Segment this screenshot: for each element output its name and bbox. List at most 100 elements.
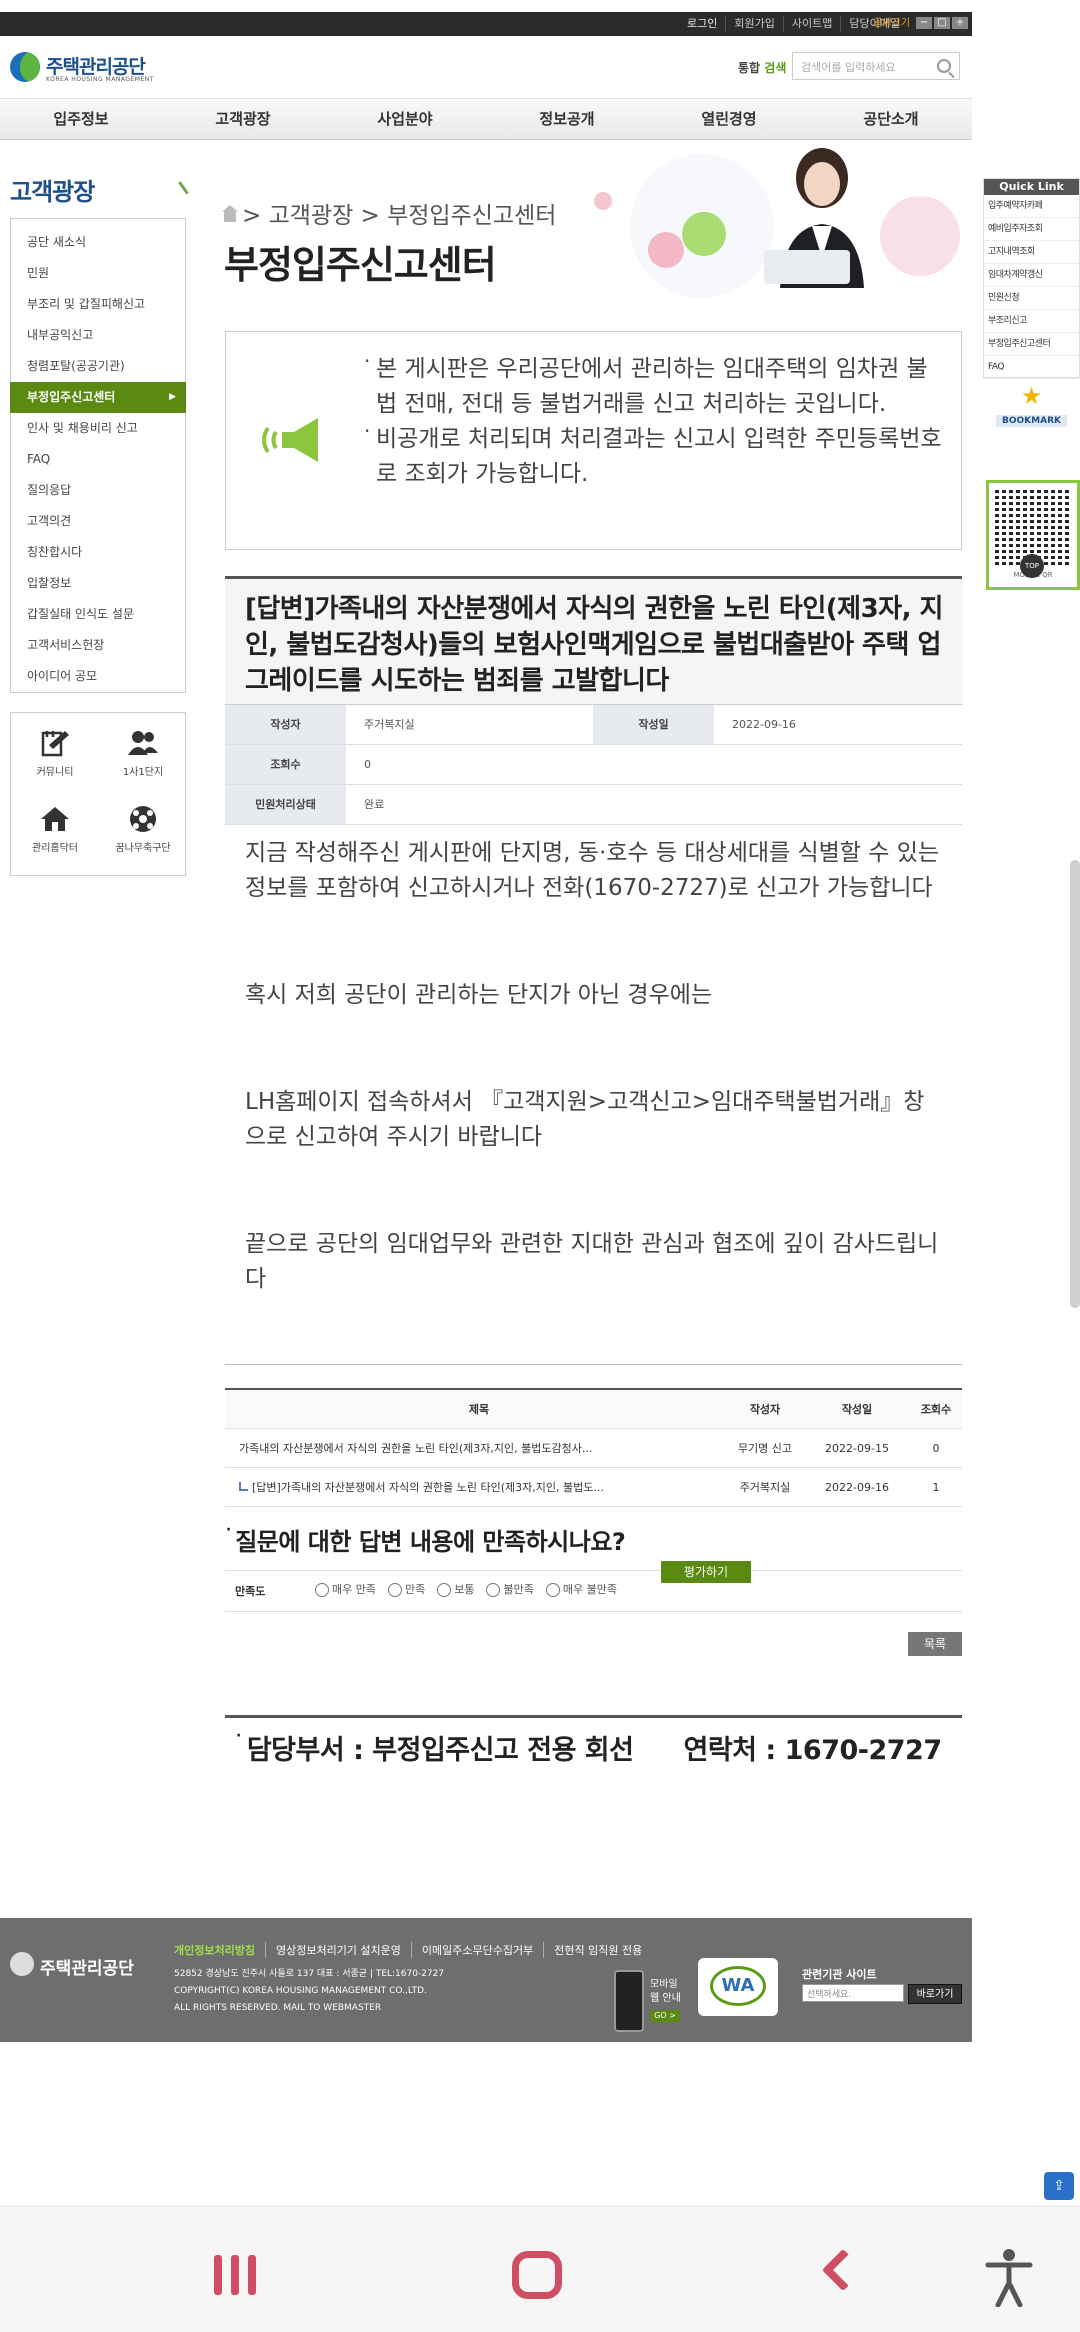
meta-views: 0 <box>364 758 371 771</box>
notice-line: 본 게시판은 우리공단에서 관리하는 임대주택의 임차권 불법 전매, 전대 등… <box>364 344 944 422</box>
email-refusal-link[interactable]: 이메일주소무단수집거부 <box>410 1942 543 1958</box>
logo-text[interactable]: 주택관리공단 <box>46 52 146 79</box>
logo-icon[interactable] <box>10 52 40 82</box>
notice-line: 비공개로 처리되며 처리결과는 신고시 입력한 주민등록번호로 조회가 가능합니… <box>364 414 944 492</box>
home-button-icon[interactable] <box>512 2251 562 2299</box>
divider <box>225 1715 962 1718</box>
sidebar-item[interactable]: 부조리 및 갑질피해신고 <box>11 289 185 320</box>
sidebar-item[interactable]: 질의응답 <box>11 475 185 506</box>
sidebar-item[interactable]: 민원 <box>11 258 185 289</box>
rating-satisfied[interactable]: 만족 <box>387 1581 425 1597</box>
bookmark-button[interactable]: ★ BOOKMARK <box>983 384 1080 434</box>
font-reset-button[interactable]: □ <box>934 17 950 29</box>
rate-button[interactable]: 평가하기 <box>661 1561 751 1583</box>
quick-link-item[interactable]: 민원신청 <box>984 287 1079 310</box>
quick-soccer[interactable]: 꿈나무축구단 <box>99 805 187 854</box>
table-row[interactable]: 가족내의 자산분쟁에서 자식의 권한을 노린 타인(제3자,지인, 불법도감청사… <box>225 1429 962 1468</box>
sidebar-item[interactable]: 고객서비스헌장 <box>11 630 185 661</box>
sidebar-quick-menu: 커뮤니티 1사1단지 관리홈닥터 꿈나무축구단 <box>10 712 186 876</box>
sidebar-item-active[interactable]: 부정입주신고센터 <box>10 382 186 413</box>
row-views: 0 <box>932 1442 940 1455</box>
banner-decor <box>880 196 960 276</box>
logo-subtitle: KOREA HOUSING MANAGEMENT <box>46 76 154 83</box>
sidebar-item[interactable]: 청렴포탈(공공기관) <box>11 351 185 382</box>
quick-link-item[interactable]: 예비입주자조회 <box>984 218 1079 241</box>
scrollbar[interactable] <box>1070 860 1080 1308</box>
table-row[interactable]: [답변]가족내의 자산분쟁에서 자식의 권한을 노린 타인(제3자,지인, 불법… <box>225 1468 962 1507</box>
font-size-label: 글씨크기 <box>873 18 910 29</box>
gnb-item-move-in[interactable]: 입주정보 <box>0 99 162 139</box>
people-icon <box>128 731 158 755</box>
quick-link-item[interactable]: 부조리신고 <box>984 310 1079 333</box>
quick-community[interactable]: 커뮤니티 <box>11 729 99 778</box>
gnb-item-about[interactable]: 공단소개 <box>810 99 972 139</box>
sitemap-link[interactable]: 사이트맵 <box>782 16 840 32</box>
staff-only-link[interactable]: 전현직 임직원 전용 <box>543 1942 652 1958</box>
accessibility-icon[interactable] <box>984 2247 1034 2307</box>
signup-link[interactable]: 회원가입 <box>725 16 782 32</box>
recents-icon[interactable] <box>214 2255 258 2295</box>
breadcrumb: > 고객광장 > 부정입주신고센터 <box>222 196 556 230</box>
gnb-item-business[interactable]: 사업분야 <box>324 99 486 139</box>
quick-link-item[interactable]: 부정입주신고센터 <box>984 333 1079 356</box>
gnb-item-management[interactable]: 열린경영 <box>648 99 810 139</box>
community-icon <box>41 731 69 757</box>
divider <box>225 1364 962 1365</box>
system-navigation-bar <box>0 2206 1080 2332</box>
row-writer: 주거복지실 <box>739 1481 791 1494</box>
related-sites-go-button[interactable]: 바로가기 <box>908 1984 962 2004</box>
site-footer: 주택관리공단 개인정보처리방침 영상정보처리기기 설치운영 이메일주소무단수집거… <box>0 1918 972 2042</box>
back-icon[interactable] <box>821 2248 865 2292</box>
font-decrease-button[interactable]: − <box>916 17 932 29</box>
quick-link-title: Quick Link <box>984 179 1079 195</box>
meta-views-label: 조회수 <box>225 745 346 784</box>
sidebar-item[interactable]: 고객의견 <box>11 506 185 537</box>
sidebar-item[interactable]: 갑질실태 인식도 설문 <box>11 599 185 630</box>
quick-link-item[interactable]: 입주예약자카페 <box>984 195 1079 218</box>
mobile-web-guide[interactable]: 모바일 웹 안내 GO > <box>614 1970 684 2034</box>
rating-dissatisfied[interactable]: 불만족 <box>486 1581 534 1597</box>
row-writer: 무기명 신고 <box>737 1442 793 1455</box>
quick-link-item[interactable]: FAQ <box>984 356 1079 379</box>
sidebar-item[interactable]: FAQ <box>11 444 185 475</box>
wa-badge-icon: WA <box>710 1966 766 2006</box>
search-input[interactable]: 검색어를 입력하세요 <box>792 52 960 80</box>
list-button[interactable]: 목록 <box>908 1632 962 1656</box>
related-sites-select[interactable]: 선택하세요. <box>802 1984 904 2002</box>
login-link[interactable]: 로그인 <box>679 16 725 32</box>
gnb-item-customer[interactable]: 고객광장 <box>162 99 324 139</box>
sidebar-item[interactable]: 인사 및 채용비리 신고 <box>11 413 185 444</box>
privacy-policy-link[interactable]: 개인정보처리방침 <box>174 1942 265 1958</box>
rating-very-satisfied[interactable]: 매우 만족 <box>315 1581 376 1597</box>
quick-one-company[interactable]: 1사1단지 <box>99 729 187 778</box>
survey-question: · 질문에 대한 답변 내용에 만족하시나요? <box>226 1522 626 1556</box>
top-utility-bar: 로그인 회원가입 사이트맵 담당이메일 글씨크기 − □ + <box>0 12 972 36</box>
search-icon[interactable] <box>937 59 951 73</box>
font-increase-button[interactable]: + <box>952 17 968 29</box>
row-title[interactable]: [답변]가족내의 자산분쟁에서 자식의 권한을 노린 타인(제3자,지인, 불법… <box>239 1468 719 1507</box>
department-info: · 담당부서 : 부정입주신고 전용 회선 연락처 : 1670-2727 <box>236 1728 942 1766</box>
share-icon[interactable]: ⇪ <box>1044 2172 1074 2200</box>
sidebar-item[interactable]: 아이디어 공모 <box>11 661 185 692</box>
sidebar-item[interactable]: 내부공익신고 <box>11 320 185 351</box>
home-icon[interactable] <box>222 204 238 222</box>
post-header: [답변]가족내의 자산분쟁에서 자식의 권한을 노린 타인(제3자, 지인, 불… <box>225 576 962 704</box>
scroll-top-button[interactable]: TOP <box>1020 554 1044 578</box>
banner-decor <box>594 192 612 210</box>
quick-home-doctor[interactable]: 관리홈닥터 <box>11 805 99 854</box>
quick-link-item[interactable]: 임대차계약갱신 <box>984 264 1079 287</box>
sidebar-item[interactable]: 공단 새소식 <box>11 227 185 258</box>
gnb-item-disclosure[interactable]: 정보공개 <box>486 99 648 139</box>
rating-very-dissatisfied[interactable]: 매우 불만족 <box>545 1581 617 1597</box>
search-label: 통합 검색 <box>738 61 787 75</box>
sidebar-title-arrow-icon <box>169 181 189 201</box>
sidebar-item[interactable]: 칭찬합시다 <box>11 537 185 568</box>
post-meta: 작성자 주거복지실 작성일 2022-09-16 조회수 0 민원처리상태 완료 <box>225 704 962 828</box>
quick-link-item[interactable]: 고지내역조회 <box>984 241 1079 264</box>
sidebar-item[interactable]: 입찰정보 <box>11 568 185 599</box>
row-title[interactable]: 가족내의 자산분쟁에서 자식의 권한을 노린 타인(제3자,지인, 불법도감청사… <box>239 1429 719 1468</box>
home-icon <box>41 807 69 831</box>
mobile-go-button[interactable]: GO > <box>650 2010 680 2022</box>
cctv-policy-link[interactable]: 영상정보처리기기 설치운영 <box>264 1942 411 1958</box>
rating-neutral[interactable]: 보통 <box>437 1581 474 1597</box>
